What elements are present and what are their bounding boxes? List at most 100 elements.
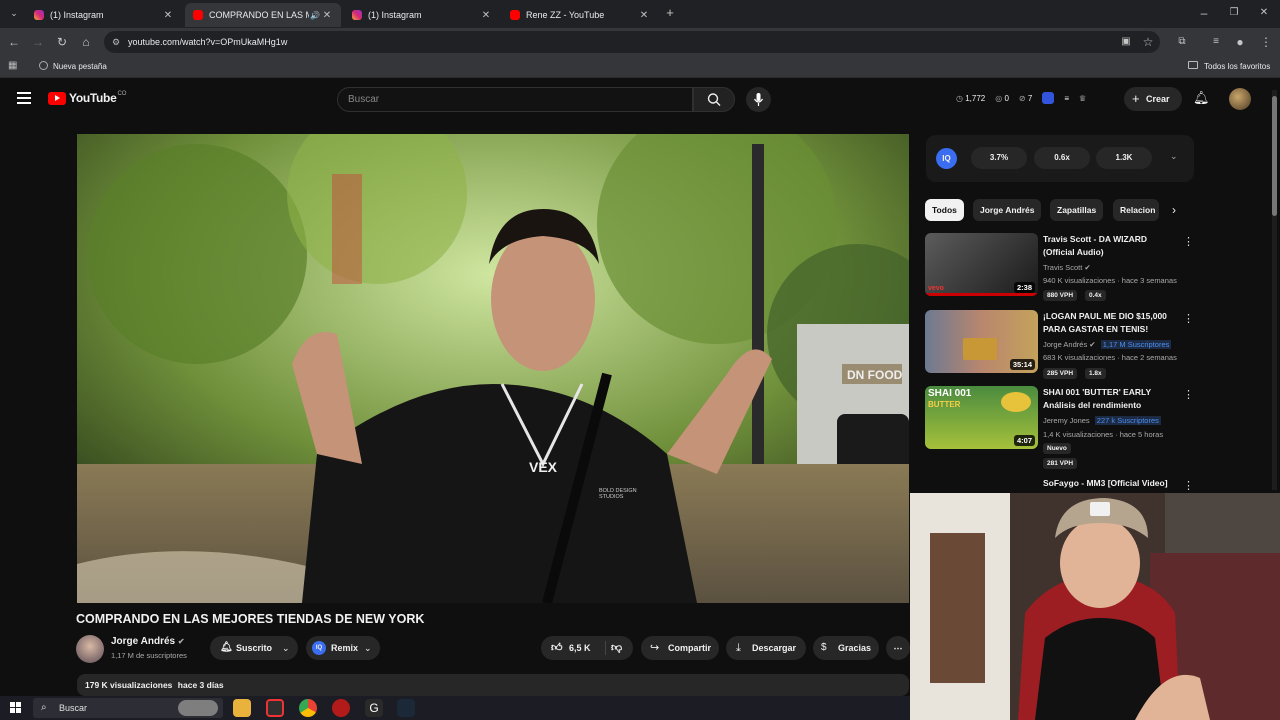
recommendation-item[interactable]: SHAI 001 BUTTER 4:07 SHAI 001 'BUTTER' E…: [925, 386, 1195, 470]
list-icon[interactable]: ≡: [1064, 94, 1069, 103]
recommendation-title[interactable]: SoFaygo - MM3 [Official Video]: [1043, 477, 1178, 490]
notifications-bell-icon[interactable]: 🔔︎: [1193, 90, 1210, 106]
stat-value: 1,772: [965, 93, 986, 103]
subscribed-button[interactable]: 🔔︎ Suscrito ⌄: [210, 636, 298, 660]
profile-icon[interactable]: ●: [1232, 34, 1248, 50]
chrome-icon[interactable]: [299, 699, 317, 717]
recommendation-channel[interactable]: Travis Scott ✔: [1043, 263, 1091, 272]
storefront-sign: DN FOOD: [847, 368, 903, 382]
description-box[interactable]: 179 K visualizaciones hace 3 días: [77, 674, 909, 696]
video-thumbnail[interactable]: SHAI 001 BUTTER 4:07: [925, 386, 1038, 449]
back-icon[interactable]: ←: [6, 34, 22, 50]
extensions-icon[interactable]: ⧉: [1174, 34, 1190, 50]
speaker-icon[interactable]: 🔊: [309, 11, 321, 20]
video-player[interactable]: DN FOOD VEX BOLD DESIGN STUDIOS: [77, 134, 909, 603]
vidiq-metric-2[interactable]: 0.6x: [1034, 147, 1090, 169]
recommendation-item[interactable]: SoFaygo - MM3 [Official Video] ⋮: [925, 477, 1195, 493]
file-explorer-icon[interactable]: [233, 699, 251, 717]
instagram-icon: [34, 10, 44, 20]
home-icon[interactable]: ⌂: [78, 34, 94, 50]
youtube-logo[interactable]: YouTube CO: [48, 91, 126, 105]
account-avatar[interactable]: [1229, 88, 1251, 110]
channel-name-block[interactable]: Jorge Andrés ✔: [111, 636, 185, 647]
close-tab-icon[interactable]: ✕: [480, 10, 492, 21]
chip-zapatillas[interactable]: Zapatillas: [1050, 199, 1104, 221]
download-button[interactable]: ⤓ Descargar: [726, 636, 806, 660]
globe-icon: [39, 61, 48, 70]
webcam-overlay: [910, 493, 1280, 720]
video-thumbnail[interactable]: 35:14: [925, 310, 1038, 373]
reload-icon[interactable]: ↻: [54, 34, 70, 50]
new-tab-icon[interactable]: +: [662, 5, 678, 21]
media-controls-icon[interactable]: ≡: [1208, 34, 1224, 50]
share-icon: ↪: [650, 642, 660, 654]
recommendation-title[interactable]: SHAI 001 'BUTTER' EARLY Análisis del ren…: [1043, 386, 1178, 412]
all-favorites-link[interactable]: Todos los favoritos: [1204, 62, 1270, 71]
recommendation-item[interactable]: 35:14 ¡LOGAN PAUL ME DIO $15,000 PARA GA…: [925, 310, 1195, 380]
bookmark-star-icon[interactable]: ☆: [1140, 34, 1156, 50]
scrollbar-thumb[interactable]: [1272, 96, 1277, 216]
channel-avatar[interactable]: [76, 635, 104, 663]
restore-icon[interactable]: ❐: [1226, 5, 1242, 21]
steam-icon[interactable]: [397, 699, 415, 717]
trophy-icon[interactable]: ♕: [1079, 94, 1086, 103]
close-window-icon[interactable]: ✕: [1256, 5, 1272, 21]
search-button[interactable]: [693, 87, 735, 112]
apps-grid-icon[interactable]: ▦: [8, 60, 17, 71]
like-count[interactable]: 6,5 K: [569, 636, 591, 660]
more-vertical-icon[interactable]: ⋮: [1183, 312, 1194, 325]
chip-relacionados[interactable]: Relacion: [1113, 199, 1159, 221]
like-icon[interactable]: 👍︎: [551, 636, 563, 660]
tab-instagram-2[interactable]: (1) Instagram ✕: [344, 3, 500, 27]
tab-instagram-1[interactable]: (1) Instagram ✕: [26, 3, 182, 27]
close-tab-icon[interactable]: ✕: [162, 10, 174, 21]
more-horizontal-icon: ⋯: [893, 643, 903, 653]
recommendation-channel[interactable]: Jorge Andrés ✔ 1,17 M Suscriptores: [1043, 340, 1172, 349]
thanks-button[interactable]: $ Gracias: [813, 636, 879, 660]
cast-icon[interactable]: ▣: [1118, 34, 1134, 50]
chip-jorge-andres[interactable]: Jorge Andrés: [973, 199, 1042, 221]
recommendation-title[interactable]: ¡LOGAN PAUL ME DIO $15,000 PARA GASTAR E…: [1043, 310, 1178, 336]
more-vertical-icon[interactable]: ⋮: [1183, 388, 1194, 401]
recommendation-channel[interactable]: Jeremy Jones 227 k Suscriptores: [1043, 416, 1161, 425]
forward-icon[interactable]: →: [30, 34, 46, 50]
windows-start-icon[interactable]: [10, 702, 22, 714]
chevron-down-icon[interactable]: ⌄: [1170, 151, 1178, 162]
more-vertical-icon[interactable]: ⋮: [1183, 479, 1194, 492]
chip-todos[interactable]: Todos: [925, 199, 964, 221]
tab-rene-zz[interactable]: Rene ZZ - YouTube ✕: [502, 3, 658, 27]
chevron-right-icon[interactable]: ›: [1172, 203, 1176, 217]
app-icon-red-ring[interactable]: [266, 699, 284, 717]
more-vertical-icon[interactable]: ⋮: [1183, 235, 1194, 248]
tab-search-icon[interactable]: ⌄: [6, 5, 22, 21]
vidiq-metric-1[interactable]: 3.7%: [971, 147, 1027, 169]
search-input[interactable]: Buscar: [337, 87, 693, 112]
url-bar[interactable]: ⚙ youtube.com/watch?v=OPmUkaMHg1w: [104, 31, 1160, 53]
close-tab-icon[interactable]: ✕: [321, 10, 333, 21]
close-tab-icon[interactable]: ✕: [638, 10, 650, 21]
tab-youtube-video[interactable]: COMPRANDO EN LAS MEJ 🔊 ✕: [185, 3, 341, 27]
video-thumbnail[interactable]: vevo 2:38: [925, 233, 1038, 296]
recommendation-title[interactable]: Travis Scott - DA WIZARD (Official Audio…: [1043, 233, 1178, 259]
vidiq-logo[interactable]: IQ: [936, 148, 957, 169]
more-actions-button[interactable]: ⋯: [886, 636, 910, 660]
dislike-icon[interactable]: 👎︎: [611, 636, 622, 660]
remix-button[interactable]: IQ Remix ⌄: [306, 636, 380, 660]
vidiq-icon[interactable]: [1042, 92, 1055, 104]
browser-menu-icon[interactable]: ⋮: [1258, 34, 1274, 50]
taskbar-search[interactable]: ⌕ Buscar: [33, 698, 223, 718]
minimize-icon[interactable]: –: [1196, 5, 1212, 21]
video-title: COMPRANDO EN LAS MEJORES TIENDAS DE NEW …: [76, 612, 425, 626]
vidiq-metric-3[interactable]: 1.3K: [1096, 147, 1152, 169]
recommendation-item[interactable]: vevo 2:38 Travis Scott - DA WIZARD (Offi…: [925, 233, 1195, 303]
bookmark-new-tab[interactable]: Nueva pestaña: [53, 62, 107, 71]
site-info-icon[interactable]: ⚙: [112, 31, 120, 53]
hamburger-menu-icon[interactable]: [17, 92, 31, 104]
share-button[interactable]: ↪ Compartir: [641, 636, 719, 660]
voice-search-button[interactable]: [746, 87, 771, 112]
page-scrollbar[interactable]: [1272, 90, 1277, 490]
app-icon-red[interactable]: [332, 699, 350, 717]
app-icon-g[interactable]: G: [365, 699, 383, 717]
vidiq-panel: IQ 3.7% 0.6x 1.3K ⌄: [926, 135, 1194, 182]
create-button[interactable]: + Crear: [1124, 87, 1182, 111]
